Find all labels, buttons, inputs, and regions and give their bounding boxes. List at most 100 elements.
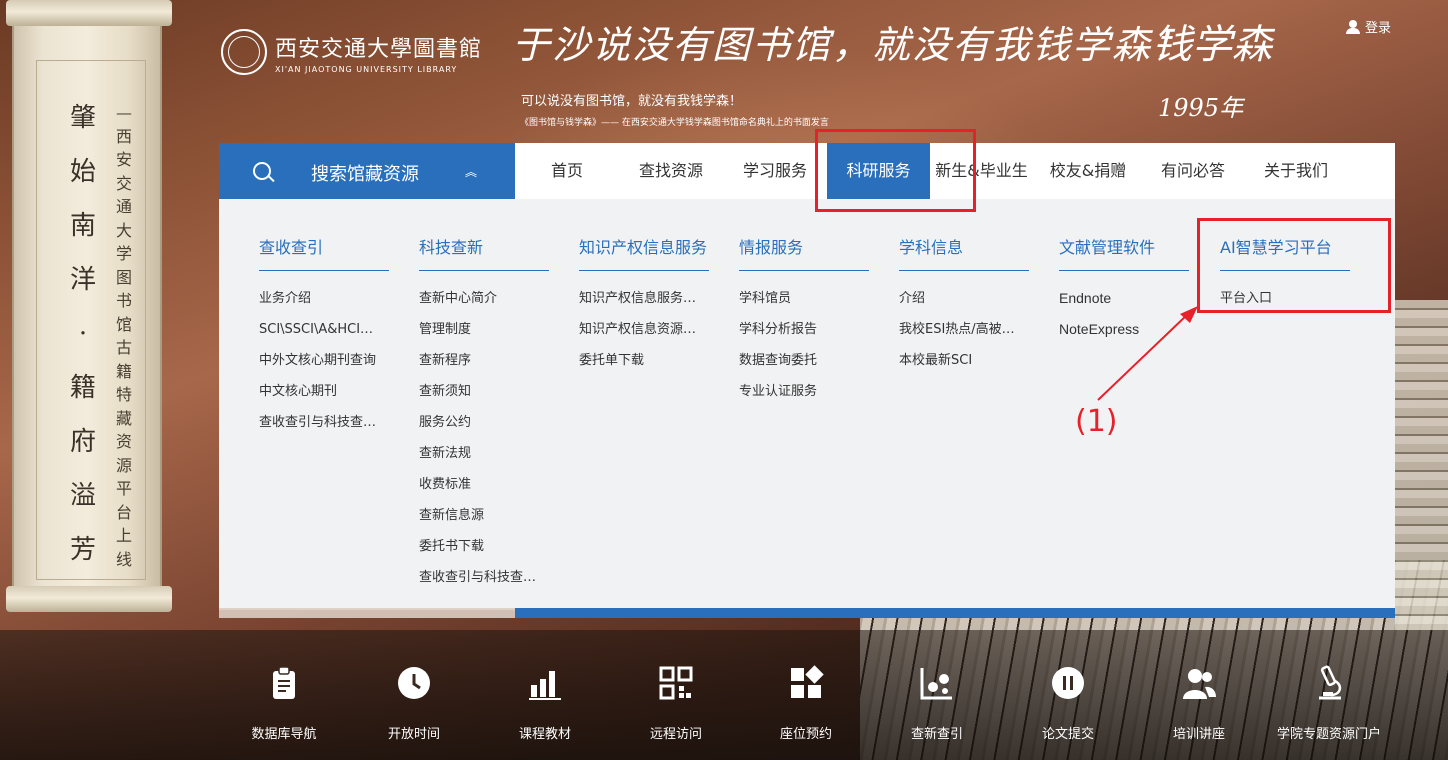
search-tab-label: 搜索馆藏资源: [311, 164, 419, 185]
quick-link-training-lectures[interactable]: 培训讲座: [1134, 665, 1264, 742]
scroll-char: 洋: [69, 265, 96, 295]
quick-link-novelty-search[interactable]: 查新查引: [872, 665, 1002, 742]
menu-link[interactable]: 数据查询委托: [739, 345, 869, 376]
menu-column: 科技查新 查新中心简介 管理制度 查新程序 查新须知 服务公约 查新法规 收费标…: [419, 234, 549, 593]
menu-column-title[interactable]: 文献管理软件: [1059, 234, 1189, 271]
quick-link-label: 培训讲座: [1172, 727, 1225, 742]
menu-link[interactable]: 查收查引与科技查…: [419, 562, 549, 593]
scroll-sub-char: 藏: [115, 408, 132, 428]
quick-link-opening-hours[interactable]: 开放时间: [349, 665, 479, 742]
scroll-sub-char: —: [116, 103, 132, 122]
scroll-sub-char: 书: [115, 291, 132, 310]
clock-icon: [398, 667, 430, 699]
quick-link-remote-access[interactable]: 远程访问: [611, 665, 741, 742]
menu-link[interactable]: 管理制度: [419, 314, 549, 345]
menu-link[interactable]: 知识产权信息服务…: [579, 283, 709, 314]
menu-link[interactable]: 委托单下载: [579, 345, 709, 376]
quick-link-label: 数据库导航: [251, 727, 317, 742]
nav-item-find-resources[interactable]: 查找资源: [619, 143, 723, 199]
menu-column-title[interactable]: 学科信息: [899, 234, 1029, 271]
scroll-banner[interactable]: 肇 始 南 洋 · 籍 府 溢 芳 — 西 安 交 通 大 学 图 书 馆 古 …: [6, 0, 172, 612]
menu-link[interactable]: 业务介绍: [259, 283, 389, 314]
menu-link[interactable]: 查新法规: [419, 438, 549, 469]
quick-link-database-nav[interactable]: 数据库导航: [219, 665, 349, 742]
user-icon: [1346, 19, 1360, 34]
menu-link[interactable]: 介绍: [899, 283, 1029, 314]
calligraphy-quote: 于沙说没有图书馆，就没有我钱学森！: [512, 23, 1193, 67]
menu-column-title[interactable]: 科技查新: [419, 234, 549, 271]
search-collection-tab[interactable]: 搜索馆藏资源 ︽: [219, 143, 515, 199]
scroll-sub-char: 资: [115, 432, 132, 451]
menu-link[interactable]: 专业认证服务: [739, 376, 869, 407]
menu-link[interactable]: 中文核心期刊: [259, 376, 389, 407]
scroll-sub-text: — 西 安 交 通 大 学 图 书 馆 古 籍 特 藏 资 源 平 台 上 线: [113, 101, 135, 571]
menu-link[interactable]: NoteExpress: [1059, 314, 1189, 345]
scroll-char: 肇: [69, 103, 96, 133]
menu-link[interactable]: 本校最新SCI: [899, 345, 1029, 376]
scroll-char: 府: [69, 427, 96, 457]
scroll-sub-char: 交: [115, 173, 132, 193]
quick-link-thesis-submission[interactable]: 论文提交: [1003, 665, 1133, 742]
menu-link[interactable]: 服务公约: [419, 407, 549, 438]
login-button[interactable]: 登录: [1346, 17, 1391, 36]
pause-circle-icon: [1052, 667, 1084, 699]
menu-link[interactable]: 查新信息源: [419, 500, 549, 531]
login-label: 登录: [1365, 21, 1392, 36]
qr-code-icon: [659, 666, 693, 700]
scroll-sub-char: 上: [115, 526, 132, 545]
menu-column: 知识产权信息服务 知识产权信息服务… 知识产权信息资源… 委托单下载: [579, 234, 709, 376]
menu-link[interactable]: 收费标准: [419, 469, 549, 500]
menu-link[interactable]: 查新须知: [419, 376, 549, 407]
annotation-label: (1): [1075, 404, 1118, 439]
quick-link-course-materials[interactable]: 课程教材: [480, 665, 610, 742]
scroll-char: 芳: [69, 535, 96, 565]
scroll-sub-char: 学: [115, 244, 132, 263]
logo-title: 西安交通大學圖書館: [275, 36, 483, 62]
menu-link[interactable]: 委托书下载: [419, 531, 549, 562]
scroll-sub-char: 古: [115, 338, 132, 357]
scroll-char: 南: [69, 211, 96, 241]
menu-link[interactable]: 中外文核心期刊查询: [259, 345, 389, 376]
menu-link[interactable]: 学科馆员: [739, 283, 869, 314]
scroll-char: 始: [69, 157, 96, 187]
menu-link[interactable]: 学科分析报告: [739, 314, 869, 345]
scroll-char: ·: [78, 319, 88, 349]
calligraphy-year: 1995年: [1158, 94, 1244, 122]
menu-link[interactable]: 查收查引与科技查…: [259, 407, 389, 438]
menu-column: 查收查引 业务介绍 SCI\SSCI\A&HCI… 中外文核心期刊查询 中文核心…: [259, 234, 389, 438]
scroll-frame: 肇 始 南 洋 · 籍 府 溢 芳 — 西 安 交 通 大 学 图 书 馆 古 …: [36, 60, 146, 580]
menu-link[interactable]: SCI\SSCI\A&HCI…: [259, 314, 389, 345]
menu-column-title[interactable]: 情报服务: [739, 234, 869, 271]
scroll-char: 籍: [69, 373, 96, 403]
menu-link[interactable]: 查新中心简介: [419, 283, 549, 314]
clipboard-icon: [273, 666, 295, 699]
scroll-sub-char: 安: [115, 150, 132, 169]
menu-link[interactable]: Endnote: [1059, 283, 1189, 314]
scroll-sub-char: 大: [115, 220, 132, 240]
menu-column-title[interactable]: 知识产权信息服务: [579, 234, 709, 271]
nav-item-learning-services[interactable]: 学习服务: [723, 143, 827, 199]
menu-column-title[interactable]: 查收查引: [259, 234, 389, 271]
scroll-main-text: 肇 始 南 洋 · 籍 府 溢 芳: [63, 91, 103, 577]
main-nav: 搜索馆藏资源 ︽ 首页 查找资源 学习服务 科研服务 新生&毕业生 校友&捐赠 …: [219, 143, 1395, 199]
menu-link[interactable]: 查新程序: [419, 345, 549, 376]
background-book-right: [1395, 300, 1448, 630]
menu-link[interactable]: 知识产权信息资源…: [579, 314, 709, 345]
quote-source: 《图书馆与钱学森》—— 在西安交通大学钱学森图书馆命名典礼上的书面发言: [520, 118, 829, 128]
menu-bottom-accent: [515, 608, 1395, 618]
nav-item-faq[interactable]: 有问必答: [1143, 143, 1243, 199]
nav-item-about-us[interactable]: 关于我们: [1243, 143, 1349, 199]
quick-link-college-resources[interactable]: 学院专题资源门户: [1264, 665, 1394, 742]
chevron-up-icon[interactable]: ︽: [465, 163, 477, 180]
nav-item-alumni-donation[interactable]: 校友&捐赠: [1033, 143, 1143, 199]
menu-link[interactable]: 我校ESI热点/高被…: [899, 314, 1029, 345]
scroll-sub-char: 通: [115, 197, 132, 216]
library-logo[interactable]: 西安交通大學圖書館 XI'AN JIAOTONG UNIVERSITY LIBR…: [221, 29, 483, 75]
grid-icon: [791, 665, 824, 698]
scroll-sub-char: 图: [115, 267, 132, 287]
logo-subtitle: XI'AN JIAOTONG UNIVERSITY LIBRARY: [275, 64, 458, 74]
nav-item-home[interactable]: 首页: [515, 143, 619, 199]
quick-link-seat-booking[interactable]: 座位预约: [741, 665, 871, 742]
menu-column: 文献管理软件 Endnote NoteExpress: [1059, 234, 1189, 345]
microscope-icon: [1319, 665, 1342, 700]
